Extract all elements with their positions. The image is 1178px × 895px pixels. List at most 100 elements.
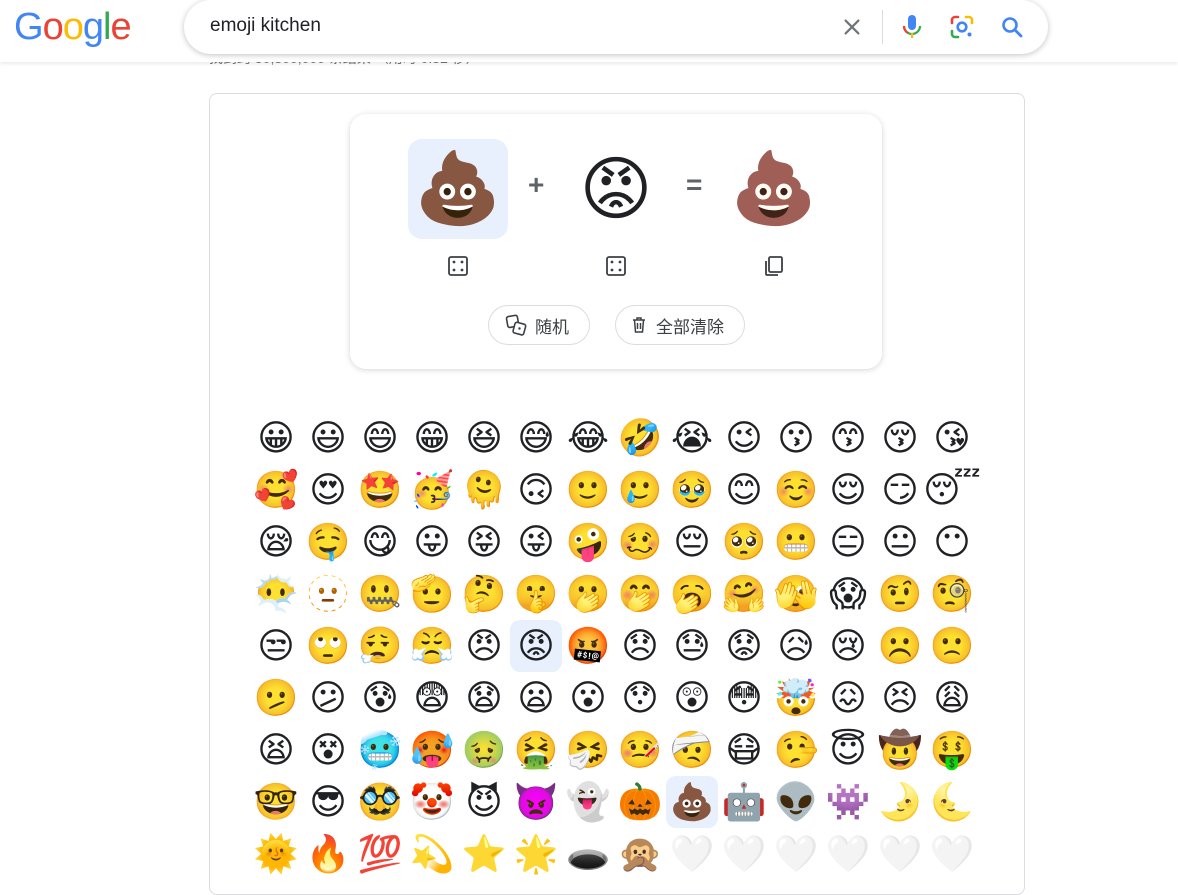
emoji-option[interactable]: 😟: [718, 620, 770, 672]
emoji-option[interactable]: 🥲: [614, 464, 666, 516]
emoji-option[interactable]: 🥶: [354, 724, 406, 776]
emoji-option[interactable]: 🥴: [614, 516, 666, 568]
emoji-option[interactable]: 🤫: [510, 568, 562, 620]
emoji-option[interactable]: 🫣: [770, 568, 822, 620]
emoji-option[interactable]: 🥱: [666, 568, 718, 620]
emoji-option[interactable]: 🤐: [354, 568, 406, 620]
emoji-option[interactable]: 🤑: [926, 724, 978, 776]
emoji-option[interactable]: 🥳: [406, 464, 458, 516]
search-box[interactable]: emoji kitchen: [184, 0, 1048, 54]
emoji-option[interactable]: 😥: [770, 620, 822, 672]
emoji-option[interactable]: 🙂: [562, 464, 614, 516]
emoji-option[interactable]: 🤕: [666, 724, 718, 776]
emoji-option[interactable]: 😕: [302, 672, 354, 724]
emoji-option[interactable]: 🕳️: [562, 828, 614, 880]
emoji-option[interactable]: 🧐: [926, 568, 978, 620]
emoji-option[interactable]: 😏: [874, 464, 926, 516]
emoji-option[interactable]: 😴: [923, 464, 981, 516]
emoji-option[interactable]: 😶: [926, 516, 978, 568]
emoji-option[interactable]: 😩: [926, 672, 978, 724]
emoji-option[interactable]: 😈: [458, 776, 510, 828]
google-logo[interactable]: Google: [14, 6, 132, 49]
close-icon[interactable]: [838, 13, 866, 41]
emoji-option[interactable]: 😳: [718, 672, 770, 724]
emoji-option[interactable]: 😮: [562, 672, 614, 724]
emoji-option[interactable]: 🌞: [250, 828, 302, 880]
emoji-option[interactable]: 😓: [666, 620, 718, 672]
emoji-option[interactable]: 😲: [666, 672, 718, 724]
emoji-option[interactable]: 🤡: [406, 776, 458, 828]
clear-all-button[interactable]: 全部清除: [615, 305, 745, 345]
emoji-option[interactable]: 😍: [302, 464, 354, 516]
emoji-option[interactable]: 🫥: [302, 568, 354, 620]
emoji-option[interactable]: 🤓: [250, 776, 302, 828]
emoji-option[interactable]: 🫤: [250, 672, 302, 724]
emoji-option[interactable]: 😚: [874, 412, 926, 464]
dice-icon[interactable]: [446, 254, 470, 278]
emoji-option[interactable]: 🥰: [250, 464, 302, 516]
emoji-option[interactable]: 🫠: [458, 464, 510, 516]
emoji-option[interactable]: 😮‍💨: [354, 620, 406, 672]
emoji-option[interactable]: 😷: [718, 724, 770, 776]
emoji-option[interactable]: 😬: [770, 516, 822, 568]
emoji-option[interactable]: 😤: [406, 620, 458, 672]
emoji-option[interactable]: 😊: [718, 464, 770, 516]
emoji-option[interactable]: 🤍: [874, 828, 926, 880]
emoji-option[interactable]: 😪: [250, 516, 302, 568]
right-emoji-slot[interactable]: 😡: [566, 139, 666, 239]
emoji-option[interactable]: 😜: [510, 516, 562, 568]
emoji-option[interactable]: 🤠: [874, 724, 926, 776]
emoji-option[interactable]: 🤮: [510, 724, 562, 776]
emoji-option[interactable]: 🌛: [874, 776, 926, 828]
emoji-option[interactable]: 💩: [666, 776, 718, 828]
emoji-option[interactable]: 👿: [510, 776, 562, 828]
emoji-option[interactable]: ☺️: [770, 464, 822, 516]
emoji-option[interactable]: 🥹: [666, 464, 718, 516]
emoji-option[interactable]: 😶‍🌫️: [250, 568, 302, 620]
emoji-option[interactable]: 😛: [406, 516, 458, 568]
emoji-option[interactable]: 😦: [510, 672, 562, 724]
search-input[interactable]: emoji kitchen: [210, 15, 321, 37]
emoji-option[interactable]: 😅: [510, 412, 562, 464]
emoji-option[interactable]: 😁: [406, 412, 458, 464]
emoji-option[interactable]: 😄: [354, 412, 406, 464]
emoji-option[interactable]: 🤍: [926, 828, 978, 880]
emoji-option[interactable]: ⭐: [458, 828, 510, 880]
emoji-option[interactable]: 😝: [458, 516, 510, 568]
emoji-option[interactable]: 🙃: [510, 464, 562, 516]
emoji-option[interactable]: 🎃: [614, 776, 666, 828]
emoji-option[interactable]: 😆: [458, 412, 510, 464]
emoji-option[interactable]: 😫: [250, 724, 302, 776]
emoji-option[interactable]: 👽: [770, 776, 822, 828]
emoji-option[interactable]: 🤯: [770, 672, 822, 724]
emoji-option[interactable]: 😇: [822, 724, 874, 776]
emoji-option[interactable]: 🤔: [458, 568, 510, 620]
emoji-option[interactable]: 🤭: [614, 568, 666, 620]
emoji-option[interactable]: 🙁: [926, 620, 978, 672]
emoji-option[interactable]: 🔥: [302, 828, 354, 880]
emoji-option[interactable]: 😨: [406, 672, 458, 724]
emoji-option[interactable]: 🤧: [562, 724, 614, 776]
emoji-option[interactable]: 😑: [822, 516, 874, 568]
emoji-option[interactable]: 😂: [562, 412, 614, 464]
emoji-option[interactable]: 😌: [822, 464, 874, 516]
emoji-option[interactable]: 🤩: [354, 464, 406, 516]
emoji-option[interactable]: 😵: [302, 724, 354, 776]
emoji-option[interactable]: 😙: [822, 412, 874, 464]
emoji-option[interactable]: 🫢: [562, 568, 614, 620]
emoji-option[interactable]: 😒: [250, 620, 302, 672]
emoji-option[interactable]: 🥺: [718, 516, 770, 568]
emoji-option[interactable]: 🙊: [614, 828, 666, 880]
emoji-option[interactable]: 😰: [354, 672, 406, 724]
emoji-option[interactable]: 👾: [822, 776, 874, 828]
emoji-option[interactable]: ☹️: [874, 620, 926, 672]
emoji-option[interactable]: 😋: [354, 516, 406, 568]
emoji-option[interactable]: 🤒: [614, 724, 666, 776]
emoji-option[interactable]: 😐: [874, 516, 926, 568]
google-lens-icon[interactable]: [948, 13, 976, 41]
emoji-option[interactable]: 🤨: [874, 568, 926, 620]
emoji-option[interactable]: 😃: [302, 412, 354, 464]
emoji-option[interactable]: 😠: [458, 620, 510, 672]
emoji-option[interactable]: 🥵: [406, 724, 458, 776]
emoji-option[interactable]: 🤬: [562, 620, 614, 672]
